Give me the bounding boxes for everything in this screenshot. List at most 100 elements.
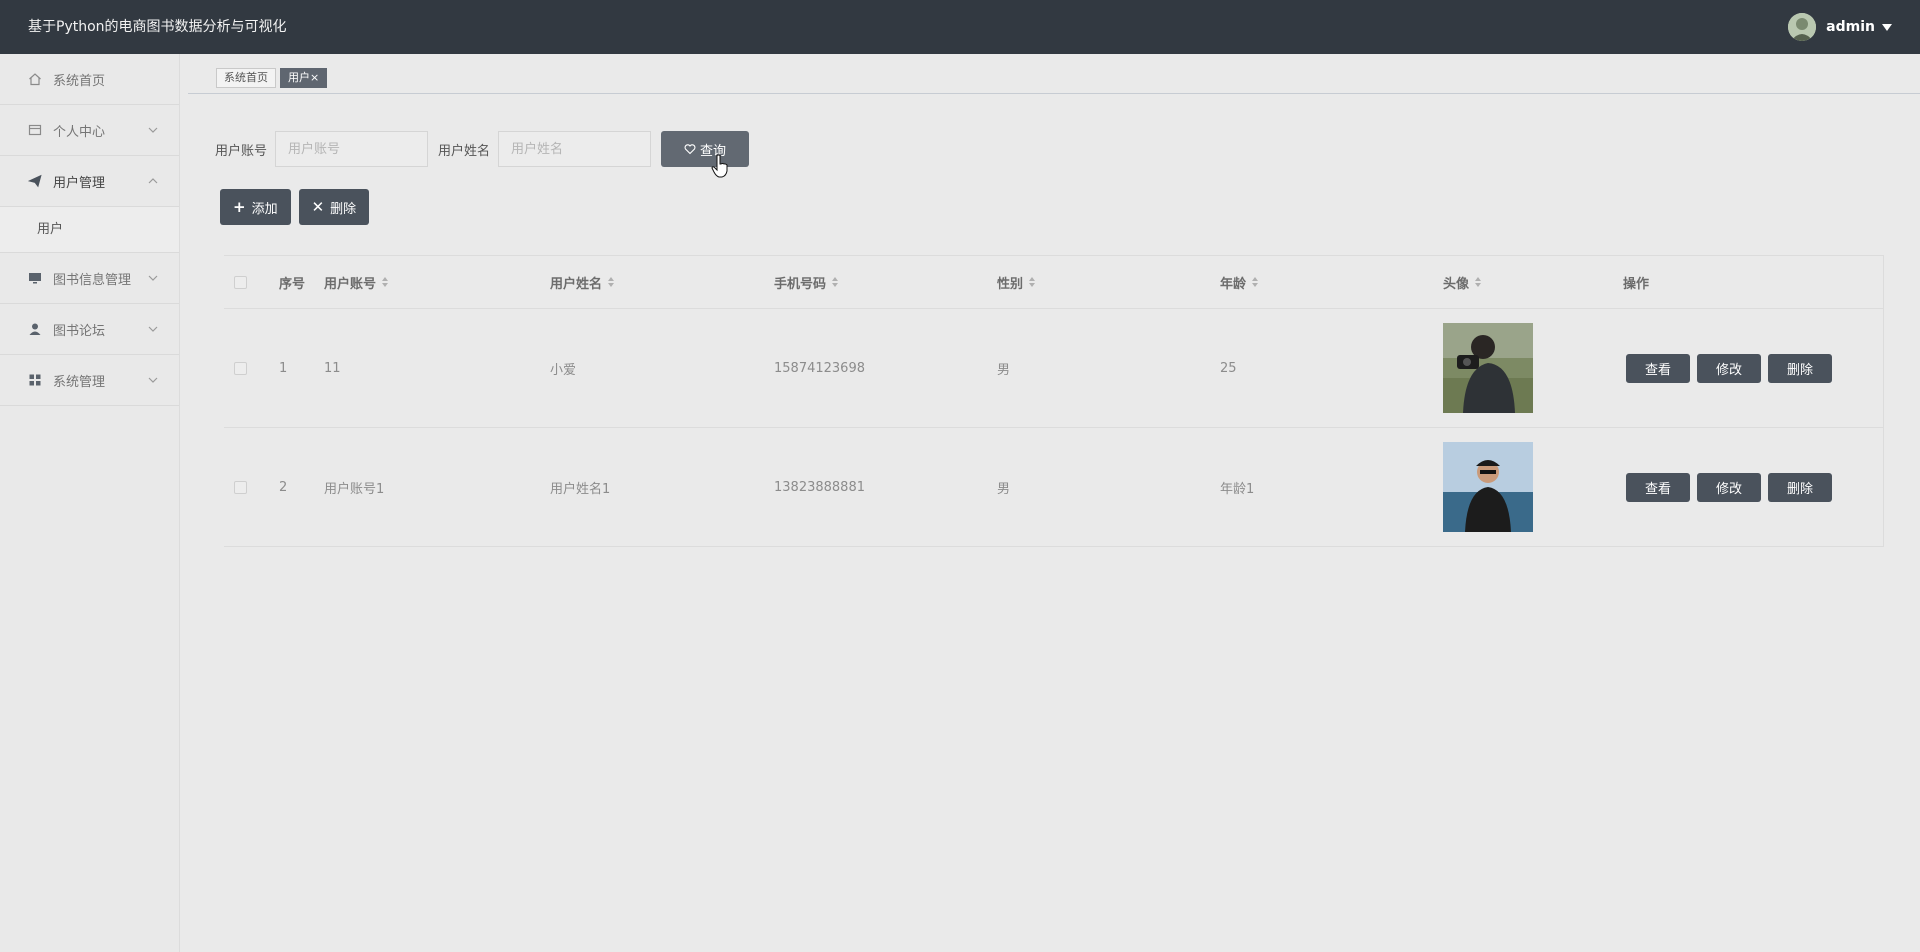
cell-index: 2 xyxy=(279,479,288,495)
cell-avatar xyxy=(1443,428,1533,546)
header-phone[interactable]: 手机号码 xyxy=(774,256,839,308)
cell-avatar xyxy=(1443,309,1533,427)
sidebar-item-label: 图书论坛 xyxy=(53,323,106,339)
cell-age: 年龄1 xyxy=(1220,481,1255,497)
header-name[interactable]: 用户姓名 xyxy=(550,256,615,308)
sort-icon[interactable] xyxy=(1029,277,1036,287)
chevron-down-icon xyxy=(148,127,158,133)
header-age[interactable]: 年龄 xyxy=(1220,256,1259,308)
sort-icon[interactable] xyxy=(382,277,389,287)
add-button-label: 添加 xyxy=(251,201,278,217)
tab-home[interactable]: 系统首页 xyxy=(216,68,276,88)
view-button[interactable]: 查看 xyxy=(1626,472,1691,502)
chevron-down-icon xyxy=(148,326,158,332)
heart-icon xyxy=(684,144,696,155)
cell-account: 用户账号1 xyxy=(324,481,385,497)
close-icon[interactable]: × xyxy=(310,71,319,84)
sidebar-item-label: 用户管理 xyxy=(53,175,106,191)
delete-button[interactable]: 删除 xyxy=(1768,353,1833,383)
avatar-image xyxy=(1788,13,1817,41)
header-label: 头像 xyxy=(1443,276,1470,292)
header-label: 用户姓名 xyxy=(550,276,603,292)
sidebar-item-profile[interactable]: 个人中心 xyxy=(0,105,179,156)
name-label: 用户姓名 xyxy=(438,143,491,159)
view-button[interactable]: 查看 xyxy=(1626,353,1691,383)
edit-button[interactable]: 修改 xyxy=(1697,472,1762,502)
sidebar-item-home[interactable]: 系统首页 xyxy=(0,54,179,105)
select-all-cell xyxy=(234,256,247,308)
search-form: 用户账号 用户姓名 查询 xyxy=(215,131,750,167)
person-icon xyxy=(27,321,43,337)
user-name: admin xyxy=(1826,19,1875,35)
header-label: 年龄 xyxy=(1220,276,1247,292)
cell-index: 1 xyxy=(279,360,288,376)
row-checkbox-cell xyxy=(234,309,247,427)
edit-button[interactable]: 修改 xyxy=(1697,353,1762,383)
top-navbar: 基于Python的电商图书数据分析与可视化 admin xyxy=(0,0,1920,54)
delete-button-label: 删除 xyxy=(330,201,357,217)
cell-name: 用户姓名1 xyxy=(550,481,611,497)
monitor-icon xyxy=(27,270,43,286)
header-gender[interactable]: 性别 xyxy=(997,256,1036,308)
sidebar-item-system-management[interactable]: 系统管理 xyxy=(0,355,179,406)
sidebar: 系统首页 个人中心 用户管理 用户 图书信息管理 图书论坛 系统管理 xyxy=(0,54,180,952)
user-table: 序号 用户账号 用户姓名 手机号码 性别 年龄 头像 操作 1 11 小爱 15… xyxy=(224,255,1884,547)
cell-phone: 15874123698 xyxy=(774,360,865,376)
user-menu[interactable]: admin xyxy=(1788,13,1892,41)
account-label: 用户账号 xyxy=(215,143,268,159)
avatar-photo xyxy=(1443,442,1533,532)
chevron-down-icon xyxy=(148,377,158,383)
row-actions: 查看 修改 删除 xyxy=(1626,428,1839,546)
batch-delete-button[interactable]: ✕ 删除 xyxy=(298,189,370,225)
sidebar-item-label: 系统管理 xyxy=(53,374,106,390)
table-header: 序号 用户账号 用户姓名 手机号码 性别 年龄 头像 操作 xyxy=(224,256,1883,309)
avatar-photo xyxy=(1443,323,1533,413)
cell-gender: 男 xyxy=(997,481,1011,497)
header-index: 序号 xyxy=(279,276,306,292)
sidebar-item-book-info[interactable]: 图书信息管理 xyxy=(0,253,179,304)
home-icon xyxy=(27,71,43,87)
sidebar-item-user-management[interactable]: 用户管理 xyxy=(0,156,179,207)
row-checkbox[interactable] xyxy=(234,361,247,375)
sort-icon[interactable] xyxy=(1475,277,1482,287)
header-label: 性别 xyxy=(997,276,1024,292)
tags-divider xyxy=(188,93,1920,94)
grid-icon xyxy=(27,372,43,388)
search-button[interactable]: 查询 xyxy=(661,131,750,167)
caret-down-icon xyxy=(1882,23,1892,31)
name-search-input[interactable] xyxy=(498,131,652,167)
row-actions: 查看 修改 删除 xyxy=(1626,309,1839,427)
action-toolbar: + 添加 ✕ 删除 xyxy=(220,189,377,225)
sidebar-item-label: 图书信息管理 xyxy=(53,272,132,288)
row-checkbox[interactable] xyxy=(234,480,247,494)
sidebar-item-label: 个人中心 xyxy=(53,124,106,140)
sort-icon[interactable] xyxy=(832,277,839,287)
chevron-down-icon xyxy=(148,275,158,281)
select-all-checkbox[interactable] xyxy=(234,275,247,289)
header-account[interactable]: 用户账号 xyxy=(324,256,389,308)
sidebar-item-book-forum[interactable]: 图书论坛 xyxy=(0,304,179,355)
header-ops: 操作 xyxy=(1623,276,1650,292)
paper-plane-icon xyxy=(27,173,43,189)
sidebar-item-label: 系统首页 xyxy=(53,73,106,89)
user-avatar xyxy=(1788,13,1817,41)
add-button[interactable]: + 添加 xyxy=(220,189,291,225)
header-avatar[interactable]: 头像 xyxy=(1443,256,1482,308)
cell-account: 11 xyxy=(324,360,341,376)
header-label: 用户账号 xyxy=(324,276,377,292)
sort-icon[interactable] xyxy=(1252,277,1259,287)
chevron-up-icon xyxy=(148,178,158,184)
plus-icon: + xyxy=(233,198,246,216)
table-row: 2 用户账号1 用户姓名1 13823888881 男 年龄1 查看 修改 删除 xyxy=(224,428,1883,547)
header-label: 手机号码 xyxy=(774,276,827,292)
account-search-input[interactable] xyxy=(275,131,429,167)
sort-icon[interactable] xyxy=(608,277,615,287)
cell-name: 小爱 xyxy=(550,362,577,378)
tab-label: 用户 xyxy=(288,71,310,84)
close-icon: ✕ xyxy=(311,198,325,216)
sidebar-subitem-user[interactable]: 用户 xyxy=(0,207,179,253)
tags-view: 系统首页 用户× xyxy=(216,68,331,88)
delete-button[interactable]: 删除 xyxy=(1768,472,1833,502)
hand-cursor-icon xyxy=(711,154,728,178)
tab-user[interactable]: 用户× xyxy=(280,68,328,88)
